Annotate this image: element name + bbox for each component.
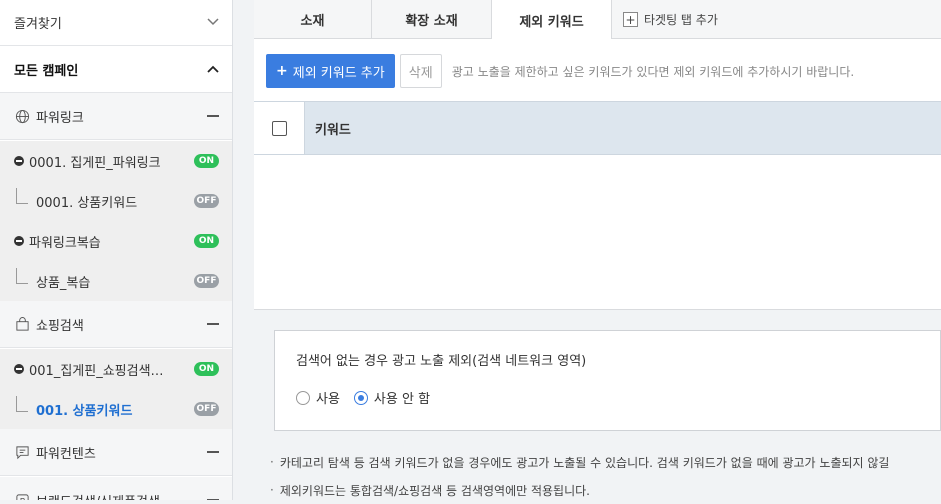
status-badge[interactable]: OFF — [194, 194, 219, 208]
campaign-item[interactable]: 파워링크복습 ON — [0, 221, 232, 261]
status-badge[interactable]: OFF — [194, 402, 219, 416]
notes: · 카테고리 탐색 등 검색 키워드가 없을 경우에도 광고가 노출될 수 있습니… — [270, 448, 889, 504]
campaign-label: 0001. 집게핀_파워링크 — [29, 155, 161, 171]
brand-icon: B — [14, 492, 30, 500]
plus-icon: + — [276, 63, 288, 79]
not-use-radio-label[interactable]: 사용 안 함 — [374, 388, 430, 407]
category-label: 파워링크 — [36, 110, 84, 126]
not-use-radio[interactable] — [353, 390, 368, 405]
option-title: 검색어 없는 경우 광고 노출 제외(검색 네트워크 영역) — [296, 354, 587, 369]
tree-elbow-icon — [16, 396, 28, 412]
option-radio-group: 사용 사용 안 함 — [296, 388, 444, 407]
category-label: 쇼핑검색 — [36, 318, 84, 334]
no-query-exclusion-option: 검색어 없는 경우 광고 노출 제외(검색 네트워크 영역) 사용 사용 안 함 — [274, 330, 941, 431]
use-radio-label[interactable]: 사용 — [316, 388, 340, 407]
table-header: 키워드 — [254, 101, 941, 155]
tree-elbow-icon — [16, 188, 28, 204]
use-radio[interactable] — [296, 390, 310, 405]
campaign-status-icon — [14, 364, 24, 374]
select-all-cell — [254, 102, 305, 154]
status-badge[interactable]: ON — [194, 234, 219, 248]
plus-icon: + — [623, 12, 638, 27]
tree-elbow-icon — [16, 268, 28, 284]
tab-extension-creative[interactable]: 확장 소재 — [372, 0, 492, 39]
adgroup-item[interactable]: 상품_복습 OFF — [0, 261, 232, 301]
chevron-down-icon — [207, 15, 219, 30]
chevron-up-icon — [207, 62, 219, 77]
select-all-checkbox[interactable] — [271, 120, 287, 136]
category-label: 파워컨텐츠 — [36, 446, 96, 462]
collapse-minus-icon[interactable] — [207, 115, 219, 117]
note-item: · 카테고리 탐색 등 검색 키워드가 없을 경우에도 광고가 노출될 수 있습니… — [270, 455, 890, 470]
category-shopping[interactable]: 쇼핑검색 — [0, 301, 232, 348]
campaign-status-icon — [14, 236, 24, 246]
globe-icon — [14, 108, 30, 124]
adgroup-label: 0001. 상품키워드 — [36, 195, 138, 211]
all-campaigns-label: 모든 캠페인 — [14, 63, 79, 79]
sidebar: 즐겨찾기 모든 캠페인 파워링크 0001. 집게핀_파워링크 ON 0001.… — [0, 0, 233, 500]
favorites-label: 즐겨찾기 — [14, 17, 62, 32]
tab-bar: 소재 확장 소재 제외 키워드 + 타겟팅 탭 추가 — [254, 0, 941, 40]
campaign-label: 파워링크복습 — [29, 235, 101, 251]
main-content: 소재 확장 소재 제외 키워드 + 타겟팅 탭 추가 + 제외 키워드 추가 삭… — [254, 0, 941, 500]
toolbar: + 제외 키워드 추가 삭제 광고 노출을 제한하고 싶은 키워드가 있다면 제… — [266, 54, 854, 88]
collapse-minus-icon[interactable] — [207, 451, 219, 453]
add-negative-keyword-label: 제외 키워드 추가 — [292, 65, 385, 81]
negative-keyword-panel: + 제외 키워드 추가 삭제 광고 노출을 제한하고 싶은 키워드가 있다면 제… — [254, 39, 941, 310]
add-targeting-tab-label: 타겟팅 탭 추가 — [644, 13, 718, 27]
category-label: 브랜드검색/신제품검색 — [36, 491, 207, 501]
column-header-keyword[interactable]: 키워드 — [305, 119, 351, 138]
category-powerlink[interactable]: 파워링크 — [0, 93, 232, 140]
favorites-toggle[interactable]: 즐겨찾기 — [0, 0, 232, 46]
adgroup-label: 001. 상품키워드 — [36, 403, 133, 419]
category-brandsearch[interactable]: B 브랜드검색/신제품검색 — [0, 477, 232, 501]
campaign-label: 001_집게핀_쇼핑검색… — [29, 363, 164, 379]
chat-icon — [14, 444, 30, 460]
adgroup-label: 상품_복습 — [36, 275, 91, 291]
status-badge[interactable]: ON — [194, 362, 219, 376]
all-campaigns-toggle[interactable]: 모든 캠페인 — [0, 46, 232, 93]
note-text: 제외키워드는 통합검색/쇼핑검색 등 검색영역에만 적용됩니다. — [279, 483, 590, 498]
adgroup-item[interactable]: 0001. 상품키워드 OFF — [0, 181, 232, 221]
campaign-item[interactable]: 0001. 집게핀_파워링크 ON — [0, 141, 232, 181]
add-targeting-tab-button[interactable]: + 타겟팅 탭 추가 — [623, 0, 718, 39]
campaign-item[interactable]: 001_집게핀_쇼핑검색… ON — [0, 349, 232, 389]
tab-creative[interactable]: 소재 — [254, 0, 372, 39]
note-text: 카테고리 탐색 등 검색 키워드가 없을 경우에도 광고가 노출될 수 있습니다… — [279, 455, 890, 470]
tab-negative-keywords[interactable]: 제외 키워드 — [492, 0, 612, 40]
shopping-bag-icon — [14, 316, 30, 332]
toolbar-hint: 광고 노출을 제한하고 싶은 키워드가 있다면 제외 키워드에 추가하시기 바랍… — [451, 64, 855, 79]
add-negative-keyword-button[interactable]: + 제외 키워드 추가 — [266, 54, 395, 88]
campaign-status-icon — [14, 156, 24, 166]
delete-button[interactable]: 삭제 — [399, 54, 442, 88]
svg-text:B: B — [19, 496, 25, 500]
collapse-minus-icon[interactable] — [207, 323, 219, 325]
status-badge[interactable]: OFF — [194, 274, 219, 288]
category-powercontents[interactable]: 파워컨텐츠 — [0, 429, 232, 476]
status-badge[interactable]: ON — [194, 154, 219, 168]
adgroup-item-selected[interactable]: 001. 상품키워드 OFF — [0, 389, 232, 429]
